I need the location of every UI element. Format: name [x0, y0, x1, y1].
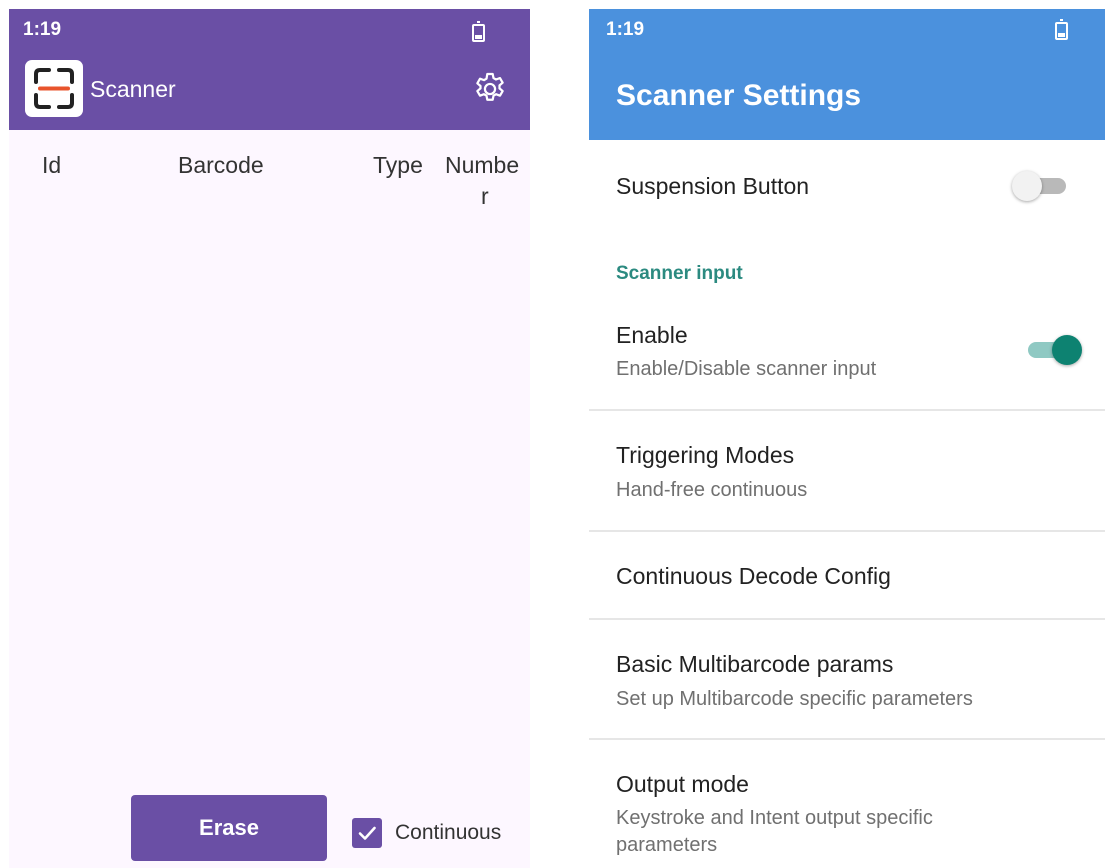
- continuous-checkbox[interactable]: [352, 818, 382, 848]
- suspension-switch[interactable]: [1012, 168, 1072, 202]
- pref-title: Output mode: [616, 771, 749, 797]
- pref-title: Continuous Decode Config: [616, 563, 891, 589]
- settings-app-bar: 1:19 Scanner Settings: [589, 9, 1105, 140]
- divider: [589, 409, 1105, 411]
- pref-summary: Hand-free continuous: [616, 479, 808, 501]
- pref-summary: Enable/Disable scanner input: [616, 358, 877, 380]
- gear-icon[interactable]: [471, 70, 509, 108]
- column-header-type: Type: [373, 152, 423, 178]
- column-header-number: Numbe: [445, 152, 520, 178]
- page-title: Scanner Settings: [616, 79, 862, 112]
- pref-summary: Set up Multibarcode specific parameters: [616, 688, 973, 710]
- column-header-id: Id: [42, 152, 62, 178]
- scanner-settings-screen: 1:19 Scanner Settings Suspension Button …: [589, 9, 1105, 868]
- divider: [589, 738, 1105, 740]
- battery-icon: [1055, 19, 1068, 40]
- status-time: 1:19: [23, 19, 62, 40]
- pref-title: Suspension Button: [616, 173, 810, 199]
- check-icon: [358, 826, 376, 840]
- switch-thumb: [1012, 171, 1042, 201]
- scanner-screen: 1:19 Scanner Id Barcode Type Numbe r Era…: [9, 9, 530, 868]
- category-header: Scanner input: [616, 263, 743, 284]
- pref-title: Triggering Modes: [616, 442, 795, 468]
- pref-summary-continued: parameters: [616, 834, 718, 856]
- app-title: Scanner: [90, 76, 176, 102]
- divider: [589, 618, 1105, 620]
- scanner-frame-icon: [25, 60, 83, 117]
- divider: [589, 530, 1105, 532]
- pref-summary: Keystroke and Intent output specific: [616, 807, 933, 829]
- switch-thumb: [1052, 335, 1082, 365]
- pref-title: Basic Multibarcode params: [616, 651, 894, 677]
- status-time: 1:19: [606, 19, 645, 40]
- battery-icon: [472, 21, 485, 42]
- continuous-label: Continuous: [395, 821, 502, 844]
- enable-switch[interactable]: [1022, 332, 1082, 366]
- column-header-number-wrap: r: [481, 183, 489, 209]
- app-bar: 1:19 Scanner: [9, 9, 530, 130]
- pref-title: Enable: [616, 322, 688, 348]
- column-header-barcode: Barcode: [178, 152, 264, 178]
- erase-button[interactable]: Erase: [131, 795, 327, 861]
